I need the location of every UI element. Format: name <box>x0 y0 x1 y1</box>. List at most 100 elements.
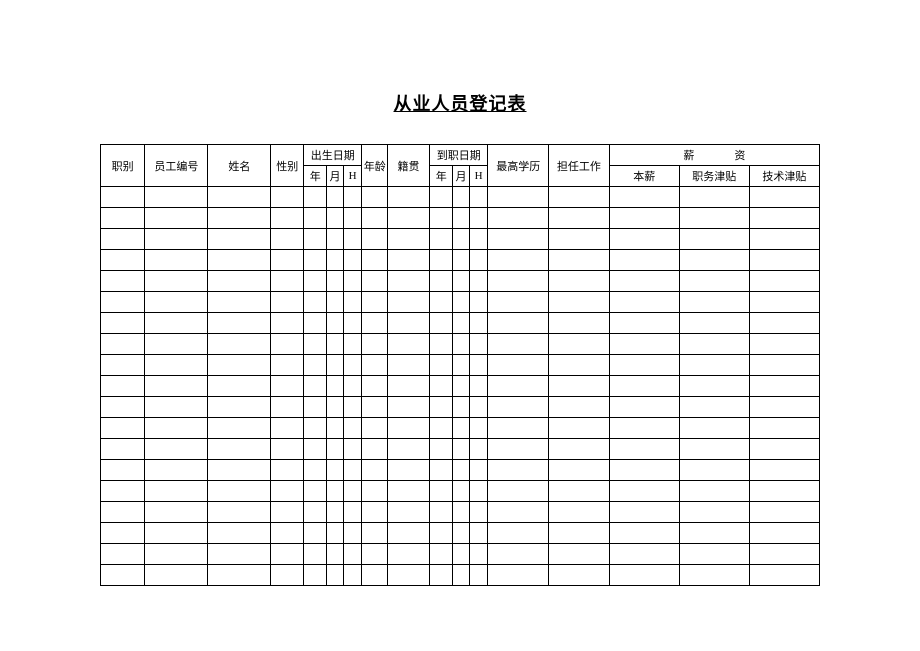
table-cell <box>388 187 430 208</box>
table-cell <box>609 481 679 502</box>
table-cell <box>388 271 430 292</box>
table-cell <box>343 229 362 250</box>
table-cell <box>208 313 271 334</box>
table-cell <box>609 355 679 376</box>
table-cell <box>304 502 327 523</box>
table-cell <box>304 187 327 208</box>
table-cell <box>271 271 304 292</box>
table-cell <box>304 544 327 565</box>
table-cell <box>388 439 430 460</box>
table-cell <box>453 208 469 229</box>
table-cell <box>145 502 208 523</box>
table-cell <box>271 565 304 586</box>
table-cell <box>362 250 388 271</box>
table-cell <box>609 397 679 418</box>
table-cell <box>271 334 304 355</box>
table-cell <box>145 376 208 397</box>
col-birth-year: 年 <box>304 166 327 187</box>
table-cell <box>388 250 430 271</box>
col-hire-month: 月 <box>453 166 469 187</box>
table-cell <box>453 418 469 439</box>
table-cell <box>488 502 549 523</box>
table-cell <box>749 481 819 502</box>
table-cell <box>101 208 145 229</box>
table-cell <box>488 523 549 544</box>
table-cell <box>304 565 327 586</box>
table-cell <box>145 208 208 229</box>
table-cell <box>145 250 208 271</box>
table-cell <box>749 418 819 439</box>
table-cell <box>749 376 819 397</box>
table-cell <box>208 439 271 460</box>
table-cell <box>469 502 488 523</box>
col-employee-id: 员工编号 <box>145 145 208 187</box>
table-cell <box>388 292 430 313</box>
table-cell <box>609 523 679 544</box>
col-position: 职别 <box>101 145 145 187</box>
table-cell <box>679 481 749 502</box>
table-cell <box>549 502 610 523</box>
table-cell <box>343 502 362 523</box>
table-cell <box>609 187 679 208</box>
table-cell <box>101 460 145 481</box>
table-cell <box>488 376 549 397</box>
table-cell <box>749 439 819 460</box>
table-cell <box>343 187 362 208</box>
table-cell <box>327 355 343 376</box>
registration-table: 职别 员工编号 姓名 性别 出生日期 年龄 籍贯 到职日期 最高学历 担任工作 … <box>100 144 820 586</box>
col-hire-date: 到职日期 <box>430 145 488 166</box>
table-row <box>101 397 820 418</box>
table-cell <box>388 229 430 250</box>
document-page: 从业人员登记表 职别 员工编号 姓名 性别 出生日期 年龄 籍贯 到职日期 最高… <box>0 0 920 626</box>
table-cell <box>145 481 208 502</box>
table-cell <box>453 187 469 208</box>
table-cell <box>488 418 549 439</box>
table-cell <box>271 292 304 313</box>
table-cell <box>453 439 469 460</box>
table-cell <box>343 439 362 460</box>
table-row <box>101 208 820 229</box>
table-cell <box>679 334 749 355</box>
table-cell <box>453 313 469 334</box>
table-cell <box>343 355 362 376</box>
table-row <box>101 439 820 460</box>
table-cell <box>453 397 469 418</box>
table-cell <box>749 334 819 355</box>
table-cell <box>145 334 208 355</box>
table-cell <box>469 481 488 502</box>
table-cell <box>304 460 327 481</box>
table-cell <box>343 250 362 271</box>
table-cell <box>679 376 749 397</box>
table-cell <box>430 208 453 229</box>
table-cell <box>469 460 488 481</box>
table-cell <box>430 460 453 481</box>
table-cell <box>327 208 343 229</box>
table-cell <box>749 271 819 292</box>
table-cell <box>469 250 488 271</box>
table-cell <box>271 481 304 502</box>
table-cell <box>362 271 388 292</box>
table-cell <box>362 229 388 250</box>
table-cell <box>304 229 327 250</box>
table-cell <box>343 418 362 439</box>
table-cell <box>679 271 749 292</box>
col-salary-position-allowance: 职务津贴 <box>679 166 749 187</box>
table-cell <box>453 229 469 250</box>
table-cell <box>208 334 271 355</box>
table-cell <box>679 544 749 565</box>
table-cell <box>749 187 819 208</box>
table-cell <box>549 355 610 376</box>
table-cell <box>343 208 362 229</box>
table-cell <box>749 397 819 418</box>
table-cell <box>488 565 549 586</box>
table-cell <box>327 565 343 586</box>
table-cell <box>749 292 819 313</box>
table-cell <box>101 250 145 271</box>
table-cell <box>549 481 610 502</box>
table-cell <box>430 565 453 586</box>
table-cell <box>271 187 304 208</box>
table-cell <box>145 187 208 208</box>
table-cell <box>679 313 749 334</box>
table-cell <box>609 271 679 292</box>
table-cell <box>469 187 488 208</box>
